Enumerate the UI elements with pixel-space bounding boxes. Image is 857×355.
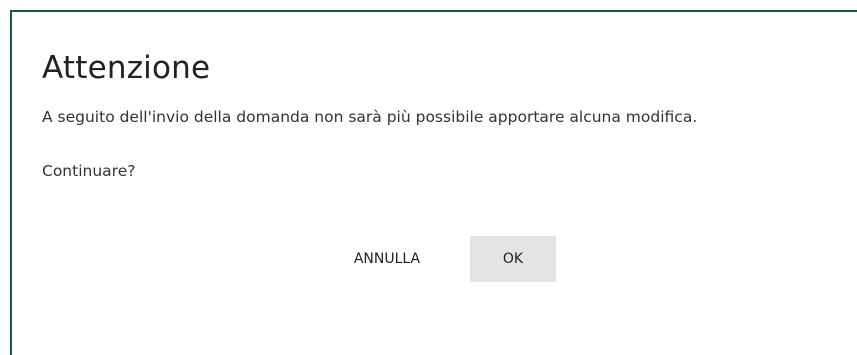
cancel-button[interactable]: ANNULLA [337,236,437,282]
dialog-title: Attenzione [42,50,211,86]
confirmation-dialog: Attenzione A seguito dell'invio della do… [10,10,857,355]
ok-button[interactable]: OK [470,236,556,282]
dialog-message: A seguito dell'invio della domanda non s… [42,108,698,126]
dialog-question: Continuare? [42,162,136,180]
